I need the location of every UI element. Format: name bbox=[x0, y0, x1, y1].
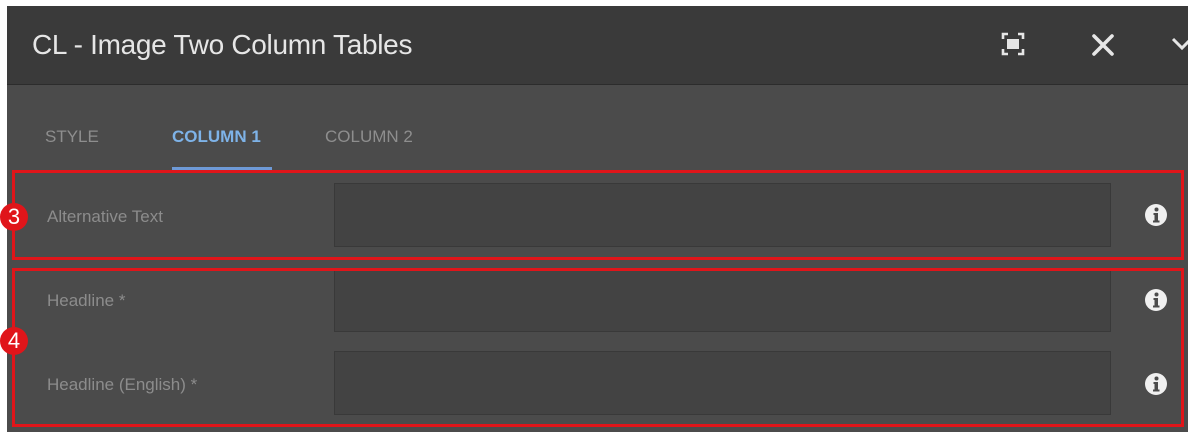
info-icon[interactable] bbox=[1144, 372, 1168, 396]
chevron-down-icon[interactable] bbox=[1171, 32, 1188, 54]
close-icon[interactable] bbox=[1090, 32, 1116, 58]
fullscreen-icon[interactable] bbox=[1001, 32, 1025, 56]
alternative-text-input[interactable] bbox=[334, 183, 1111, 247]
active-tab-indicator bbox=[172, 167, 272, 171]
alternative-text-label: Alternative Text bbox=[47, 207, 163, 226]
dialog-title: CL - Image Two Column Tables bbox=[32, 29, 413, 60]
tab-column-1[interactable]: COLUMN 1 bbox=[172, 127, 261, 147]
headline-input[interactable] bbox=[334, 268, 1111, 332]
info-icon[interactable] bbox=[1144, 203, 1168, 227]
headline-label: Headline * bbox=[47, 291, 126, 310]
dialog-titlebar: CL - Image Two Column Tables bbox=[7, 6, 1188, 85]
info-icon[interactable] bbox=[1144, 288, 1168, 312]
edit-dialog: CL - Image Two Column Tables STYLE COLUM… bbox=[7, 6, 1188, 432]
tab-bar: STYLE COLUMN 1 COLUMN 2 bbox=[7, 85, 1188, 173]
annotation-badge-3: 3 bbox=[0, 203, 28, 231]
headline-english-input[interactable] bbox=[334, 351, 1111, 415]
tab-column-2[interactable]: COLUMN 2 bbox=[325, 127, 413, 147]
tab-style[interactable]: STYLE bbox=[45, 127, 99, 147]
annotation-badge-4: 4 bbox=[0, 327, 28, 355]
headline-english-label: Headline (English) * bbox=[47, 375, 198, 394]
